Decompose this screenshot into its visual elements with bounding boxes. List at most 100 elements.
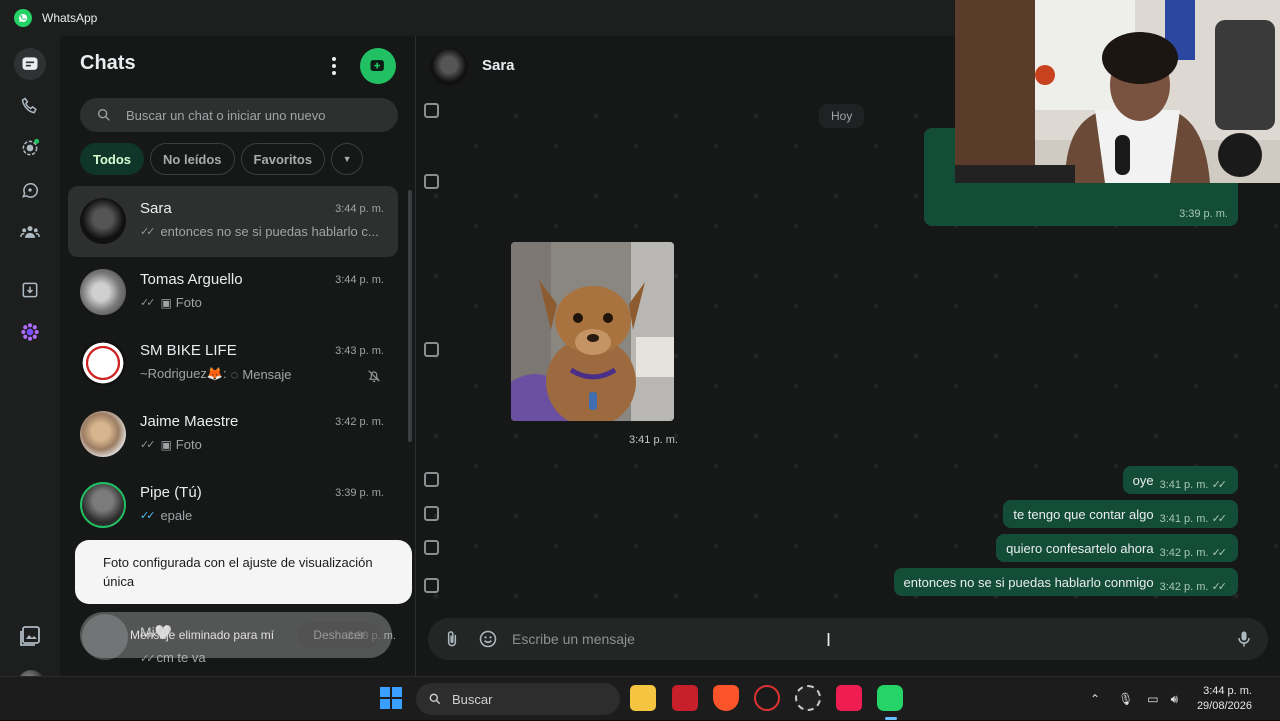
message-time: 3:42 p. m. ✓✓: [1159, 580, 1228, 593]
filter-all[interactable]: Todos: [80, 143, 145, 175]
text-cursor-icon: I: [826, 630, 832, 650]
chat-search[interactable]: [80, 98, 398, 132]
taskbar-search-label: Buscar: [452, 691, 493, 707]
webcam-overlay: [955, 0, 1280, 183]
chat-item-jaime-maestre[interactable]: Jaime Maestre 3:42 p. m. ✓✓ ▣ Foto: [68, 399, 398, 470]
outgoing-message[interactable]: quiero confesartelo ahora 3:42 p. m. ✓✓: [996, 534, 1238, 562]
chats-nav-icon[interactable]: [14, 48, 46, 80]
attach-icon[interactable]: [442, 629, 462, 649]
new-chat-button[interactable]: [360, 48, 396, 84]
search-icon: [429, 693, 441, 705]
more-menu-icon[interactable]: [324, 54, 344, 78]
media-gallery-icon[interactable]: [18, 624, 42, 648]
search-input[interactable]: [126, 107, 386, 123]
message-time: 3:39 p. m.: [1179, 208, 1228, 220]
sidebar-title: Chats: [80, 52, 136, 74]
select-message-checkbox[interactable]: [424, 540, 439, 555]
select-message-checkbox[interactable]: [424, 342, 439, 357]
read-receipt-icon: ✓✓: [140, 297, 156, 309]
photo-icon: ▣: [160, 437, 172, 452]
outgoing-message[interactable]: te tengo que contar algo 3:41 p. m. ✓✓: [1003, 500, 1238, 528]
nav-rail: [0, 36, 60, 696]
muted-bell-icon: [368, 370, 380, 382]
chat-preview: ✓✓ epale: [140, 508, 193, 523]
contact-name[interactable]: Sara: [482, 57, 515, 74]
chat-list: Sara 3:44 p. m. ✓✓ entonces no se si pued…: [68, 186, 398, 541]
windows-start-icon[interactable]: [380, 687, 402, 709]
read-receipt-icon: ✓✓: [140, 510, 156, 522]
read-receipt-icon: ✓✓: [140, 439, 156, 451]
chat-name: Sara: [140, 200, 172, 217]
channels-nav-icon[interactable]: [14, 174, 46, 206]
whatsapp-logo-icon: [14, 9, 32, 27]
network-icon[interactable]: ▭: [1147, 692, 1158, 706]
voicemeeter-icon[interactable]: [672, 685, 698, 711]
contact-avatar[interactable]: [430, 48, 468, 86]
message-input[interactable]: [512, 626, 1192, 652]
message-text: quiero confesartelo ahora: [1006, 540, 1154, 556]
delivered-tick-icon: ✓✓: [1211, 512, 1228, 525]
outgoing-message[interactable]: entonces no se si puedas hablarlo conmig…: [893, 568, 1238, 596]
obs-icon[interactable]: [795, 685, 821, 711]
delivered-tick-icon: ✓✓: [1211, 546, 1228, 559]
delivered-tick-icon: ✓✓: [1211, 478, 1228, 491]
message-time: 3:41 p. m. ✓✓: [1159, 512, 1228, 525]
photo-message-time: 3:41 p. m.: [629, 434, 678, 446]
chat-list-scrollbar[interactable]: [408, 190, 412, 442]
message-time: 3:42 p. m. ✓✓: [1159, 546, 1228, 559]
message-text: te tengo que contar algo: [1013, 506, 1154, 522]
taskbar-search[interactable]: Buscar: [416, 683, 620, 715]
chat-preview: ✓✓ entonces no se si puedas hablarlo c...: [140, 224, 379, 239]
chat-time: 3:42 p. m.: [335, 416, 384, 428]
microphone-icon[interactable]: [1234, 629, 1254, 649]
taskbar-clock[interactable]: 3:44 p. m. 29/08/2026: [1197, 684, 1252, 714]
sticker-emoji-icon[interactable]: [478, 629, 498, 649]
chat-preview: ✓✓ ▣ Foto: [140, 295, 202, 310]
select-message-checkbox[interactable]: [424, 174, 439, 189]
brave-browser-icon[interactable]: [713, 685, 739, 711]
chevron-up-icon[interactable]: ⌃: [1090, 692, 1100, 706]
whatsapp-taskbar-icon[interactable]: [877, 685, 903, 711]
clock-time: 3:44 p. m.: [1203, 685, 1252, 697]
dog-photo-image: [511, 242, 674, 421]
tiktok-icon[interactable]: [836, 685, 862, 711]
avatar: [80, 411, 126, 457]
chat-item-sm-bike-life[interactable]: SM BIKE LIFE 3:43 p. m. ~Rodriguez🦊: ◌ Men…: [68, 328, 398, 399]
chat-time: 3:43 p. m.: [335, 345, 384, 357]
incoming-photo-message[interactable]: [511, 242, 674, 421]
filter-unread[interactable]: No leídos: [150, 143, 235, 175]
file-explorer-icon[interactable]: [630, 685, 656, 711]
archive-nav-icon[interactable]: [14, 274, 46, 306]
calls-nav-icon[interactable]: [14, 90, 46, 122]
status-nav-icon[interactable]: [14, 132, 46, 164]
chat-time: 3:44 p. m.: [335, 274, 384, 286]
select-message-checkbox[interactable]: [424, 578, 439, 593]
new-chat-icon: [370, 60, 384, 71]
view-once-toast: Foto configurada con el ajuste de visual…: [75, 540, 412, 604]
undo-button[interactable]: Deshacer: [298, 622, 380, 648]
select-message-checkbox[interactable]: [424, 103, 439, 118]
message-composer: [428, 618, 1268, 660]
meta-ai-nav-icon[interactable]: [14, 316, 46, 348]
filter-favorites[interactable]: Favoritos: [240, 143, 326, 175]
filter-more-chevron-down-icon[interactable]: ▼: [331, 143, 364, 175]
chat-preview: ~Rodriguez🦊: ◌ Mensaje: [140, 366, 292, 382]
communities-nav-icon[interactable]: [14, 216, 46, 248]
chat-name: Jaime Maestre: [140, 413, 239, 430]
chat-item-pipe[interactable]: Pipe (Tú) 3:39 p. m. ✓✓ epale: [68, 470, 398, 541]
select-message-checkbox[interactable]: [424, 506, 439, 521]
delivered-tick-icon: ✓✓: [1211, 580, 1228, 593]
chat-time: 3:39 p. m.: [335, 487, 384, 499]
taskbar: Buscar ⌃ 🎙︎ ▭ 🔊︎ 3:44 p. m. 29/08/2026: [0, 676, 1280, 720]
avatar: [80, 340, 126, 386]
chat-item-tomas-arguello[interactable]: Tomas Arguello 3:44 p. m. ✓✓ ▣ Foto: [68, 257, 398, 328]
chat-item-sara[interactable]: Sara 3:44 p. m. ✓✓ entonces no se si pued…: [68, 186, 398, 257]
volume-icon[interactable]: 🔊︎: [1171, 692, 1179, 707]
deleted-message-toast: Mensaje eliminado para mí Deshacer: [80, 612, 392, 658]
webcam-feed-image: [955, 0, 1280, 183]
microphone-tray-icon[interactable]: 🎙︎: [1118, 692, 1133, 706]
select-message-checkbox[interactable]: [424, 472, 439, 487]
outgoing-message[interactable]: oye 3:41 p. m. ✓✓: [1122, 466, 1238, 494]
recording-app-icon[interactable]: [754, 685, 780, 711]
chat-preview: ✓✓ ▣ Foto: [140, 437, 202, 452]
